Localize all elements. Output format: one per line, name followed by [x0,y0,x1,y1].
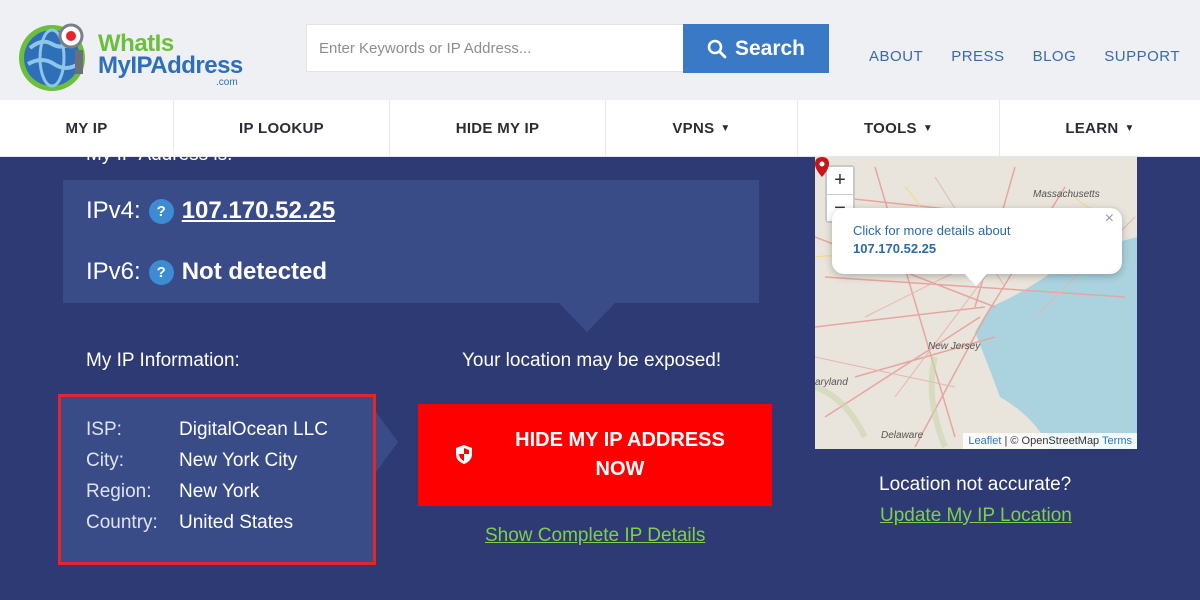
nav-label: TOOLS [863,120,917,137]
top-links: ABOUT PRESS BLOG SUPPORT [869,48,1180,65]
ipv4-label: IPv4: [86,197,141,224]
link-blog[interactable]: BLOG [1033,48,1077,65]
map-popup[interactable]: Click for more details about 107.170.52.… [832,208,1122,286]
show-details-link[interactable]: Show Complete IP Details [485,525,705,547]
map-label-new-jersey: New Jersey [928,341,981,352]
ipv6-row: IPv6: ? Not detected [63,241,759,303]
ip-info-heading: My IP Information: [86,350,240,371]
close-icon[interactable]: × [1105,210,1114,228]
hide-my-ip-button[interactable]: HIDE MY IP ADDRESS NOW [418,404,772,506]
link-press[interactable]: PRESS [951,48,1004,65]
nav-label: MY IP [65,120,108,137]
popup-ip[interactable]: 107.170.52.25 [853,241,1122,256]
nav-item-hide-my-ip[interactable]: HIDE MY IP [390,100,606,157]
logo-text-myipaddress: MyIPAddress [98,52,243,79]
attribution-text: | © OpenStreetMap [1001,435,1103,447]
nav-label: LEARN [1065,120,1119,137]
search-input[interactable] [306,24,684,72]
nav-label: IP LOOKUP [239,120,324,137]
zoom-in-button[interactable]: + [827,167,853,194]
globe-logo-icon [19,23,85,91]
map-label-massachusetts: Massachusetts [1033,189,1100,200]
search-button-label: Search [734,36,806,60]
leaflet-link[interactable]: Leaflet [968,435,1001,447]
search-icon [707,39,727,58]
info-key: Region: [86,481,152,502]
nav-item-vpns[interactable]: VPNS ▼ [606,100,798,157]
map-label-maryland: aryland [815,377,848,388]
map-tiles [815,157,1137,449]
caret-down-icon: ▼ [922,123,934,134]
ipv4-row: IPv4: ? 107.170.52.25 [63,180,759,242]
caret-down-icon: ▼ [1124,123,1135,134]
info-box-arrow [376,412,398,472]
hide-button-line2: NOW [595,458,645,480]
location-not-accurate-text: Location not accurate? [879,474,1072,495]
location-map[interactable]: Massachusetts New Jersey aryland Delawar… [815,157,1137,449]
link-about[interactable]: ABOUT [869,48,923,65]
nav-item-learn[interactable]: LEARN ▼ [1000,100,1200,157]
map-attribution: Leaflet | © OpenStreetMap Terms [963,433,1137,449]
info-row-isp: ISP: DigitalOcean LLC [86,419,373,450]
help-icon[interactable]: ? [148,198,174,224]
info-key: Country: [86,512,158,533]
map-label-delaware: Delaware [881,430,924,441]
info-value: DigitalOcean LLC [179,419,328,440]
terms-link[interactable]: Terms [1102,435,1132,447]
popup-text: Click for more details about [853,223,1011,238]
help-icon[interactable]: ? [148,259,174,285]
ipv6-label: IPv6: [86,258,141,285]
info-row-region: Region: New York [86,481,373,512]
search-button[interactable]: Search [683,24,829,73]
info-key: ISP: [86,419,122,440]
site-header: WhatIs MyIPAddress .com Search ABOUT PRE… [0,0,1200,100]
shield-icon [456,445,472,464]
nav-label: VPNS [672,120,715,137]
info-row-country: Country: United States [86,512,373,543]
info-value: New York [179,481,260,502]
ip-info-box: ISP: DigitalOcean LLC City: New York Cit… [58,394,376,565]
nav-label: HIDE MY IP [455,120,540,137]
info-value: United States [179,512,294,533]
nav-item-tools[interactable]: TOOLS ▼ [798,100,1000,157]
ipv4-value[interactable]: 107.170.52.25 [182,197,335,225]
ipv6-value: Not detected [181,258,328,285]
info-key: City: [86,450,124,471]
update-location-link[interactable]: Update My IP Location [880,505,1072,527]
ip-box-pointer [558,302,616,332]
ip-address-heading: My IP Address is: [86,144,233,165]
info-value: New York City [179,450,298,471]
caret-down-icon: ▼ [720,123,731,134]
exposed-warning: Your location may be exposed! [462,350,722,371]
link-support[interactable]: SUPPORT [1104,48,1180,65]
logo-text-dotcom: .com [216,77,238,88]
site-logo[interactable]: WhatIs MyIPAddress .com [16,18,246,94]
info-row-city: City: New York City [86,450,373,481]
hide-button-line1: HIDE MY IP ADDRESS [515,429,725,451]
map-pin-icon[interactable] [815,157,829,177]
